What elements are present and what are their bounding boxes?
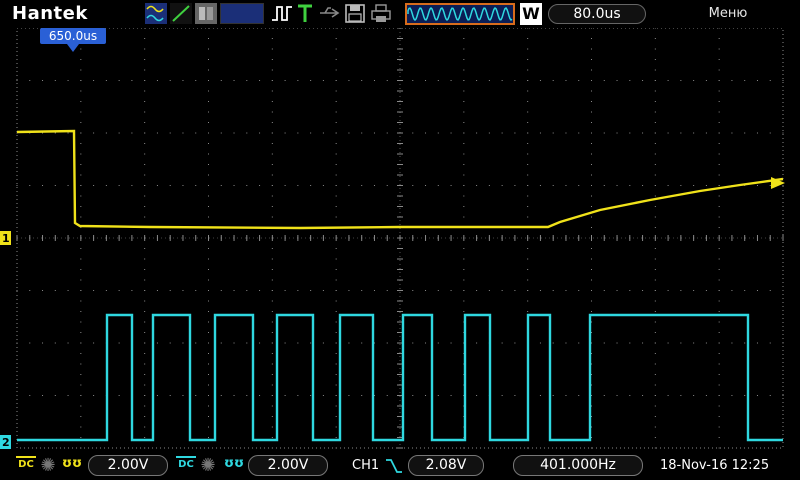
save-icon[interactable]: [344, 3, 366, 24]
run-stop-icon[interactable]: [270, 3, 294, 24]
ch1-marker[interactable]: 1: [0, 231, 11, 245]
ch1-probe-icon: ✺: [40, 455, 56, 476]
ch2-waveform: [17, 313, 783, 442]
ch1-bandwidth-icon: ʊʊ: [62, 456, 83, 471]
ch2-coupling-dc-icon[interactable]: DC: [176, 456, 196, 470]
ch2-bandwidth-icon: ʊʊ: [224, 456, 245, 471]
trigger-source[interactable]: CH1: [352, 458, 379, 473]
falling-edge-icon[interactable]: [385, 458, 403, 474]
ch2-probe-icon: ✺: [200, 455, 216, 476]
datetime: 18-Nov-16 12:25: [660, 458, 770, 473]
status-box: [220, 3, 264, 24]
trigger-level[interactable]: 2.08V: [408, 455, 484, 476]
menu-button[interactable]: Меню: [690, 6, 766, 21]
ch1-waveform: [16, 129, 784, 230]
ch1-volts-div[interactable]: 2.00V: [88, 455, 168, 476]
usb-icon: [320, 7, 340, 18]
top-status-bar: Hantek W 80.0us Меню: [0, 0, 800, 28]
scope-display: 1 2: [0, 28, 785, 449]
svg-text:1: 1: [2, 232, 10, 245]
svg-text:2: 2: [2, 436, 10, 449]
trigger-t-icon[interactable]: [296, 3, 314, 24]
persistence-icon[interactable]: [195, 3, 217, 24]
waveform-icon[interactable]: [145, 3, 167, 24]
window-mode-badge[interactable]: W: [520, 3, 542, 25]
acquire-mode-indicator[interactable]: [405, 3, 515, 25]
ch2-volts-div[interactable]: 2.00V: [248, 455, 328, 476]
bottom-status-bar: DC ✺ ʊʊ 2.00V DC ✺ ʊʊ 2.00V CH1 2.08V 40…: [0, 452, 800, 480]
trigger-edge-icon[interactable]: [170, 3, 192, 24]
trigger-position-readout: 650.0us: [40, 28, 106, 44]
frequency-counter: 401.000Hz: [513, 455, 643, 476]
print-icon[interactable]: [370, 3, 392, 24]
sine-wave-icon: [407, 6, 513, 22]
timebase-display[interactable]: 80.0us: [548, 4, 646, 24]
ch2-marker[interactable]: 2: [0, 435, 11, 449]
brand-logo: Hantek: [12, 3, 88, 24]
ch1-coupling-dc-icon[interactable]: DC: [16, 456, 36, 470]
trigger-position-caret[interactable]: [67, 44, 79, 52]
